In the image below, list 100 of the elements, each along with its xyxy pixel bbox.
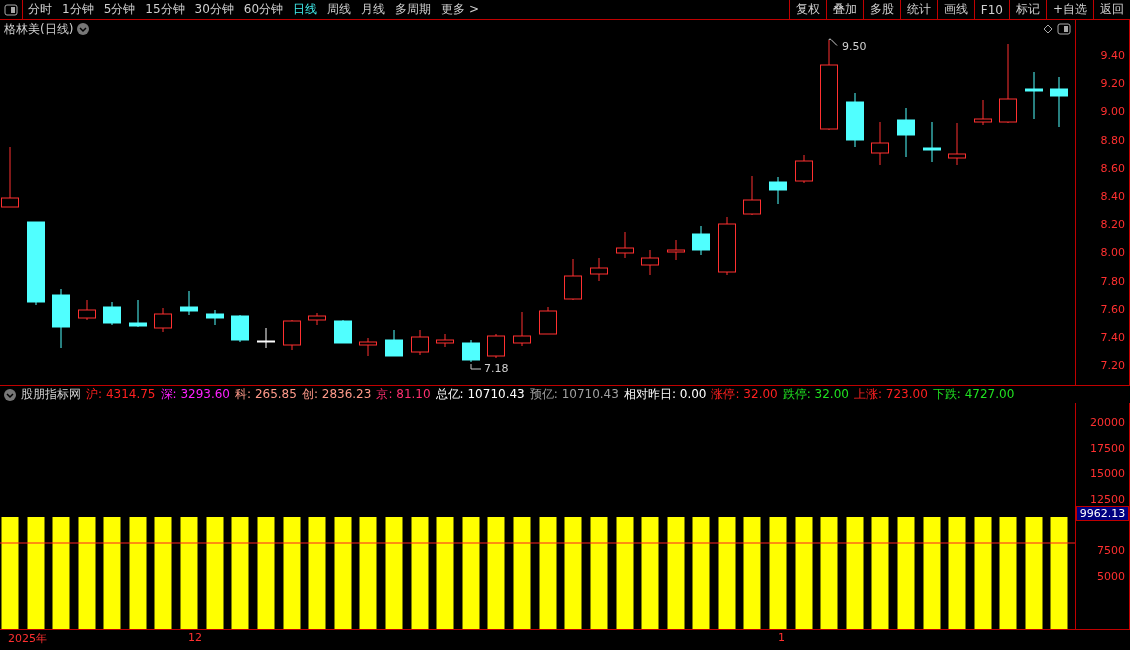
candlestick (103, 301, 121, 326)
period-tab[interactable]: 更多 > (436, 0, 484, 20)
candlestick (897, 107, 915, 158)
candlestick (359, 337, 377, 357)
indicator-name: 股朋指标网 (21, 386, 81, 404)
market-stat: 创: 2836.23 (301, 386, 372, 404)
candlestick (206, 309, 224, 326)
market-stat: 相对昨日: 0.00 (623, 386, 707, 404)
candlestick (513, 311, 531, 347)
toolbar-button[interactable]: 画线 (936, 0, 974, 20)
candlestick (616, 231, 634, 259)
market-stat: 下跌: 4727.00 (932, 386, 1015, 404)
price-tick: 7.40 (1100, 330, 1125, 344)
toolbar-button[interactable]: 多股 (862, 0, 900, 20)
toolbar-button[interactable]: 标记 (1008, 0, 1046, 20)
candlestick (974, 99, 992, 126)
market-stat: 科: 265.85 (235, 386, 297, 404)
candlestick (334, 319, 352, 344)
diamond-icon[interactable] (1043, 24, 1053, 35)
candlestick (308, 312, 326, 326)
period-tab[interactable]: 1分钟 (57, 0, 99, 20)
candlestick (180, 290, 198, 316)
candlestick (948, 122, 966, 166)
dropdown-icon[interactable] (77, 23, 90, 36)
candlestick (154, 307, 172, 333)
candlestick (923, 121, 941, 163)
candlestick (590, 257, 608, 282)
price-tick: 8.40 (1100, 189, 1125, 203)
current-value-label: 9962.13 (1076, 506, 1129, 522)
period-tab[interactable]: 周线 (322, 0, 357, 20)
price-tick: 9.20 (1100, 76, 1125, 90)
period-tab[interactable]: 多周期 (390, 0, 437, 20)
candlestick (385, 329, 403, 357)
period-tab[interactable]: 30分钟 (189, 0, 239, 20)
candlestick (78, 299, 96, 321)
price-tick: 9.40 (1100, 48, 1125, 62)
candlestick (539, 306, 557, 335)
candlestick (667, 239, 685, 261)
volume-tick: 17500 (1090, 441, 1125, 455)
panel-icon[interactable] (4, 3, 18, 16)
period-tab[interactable]: 5分钟 (98, 0, 141, 20)
candlestick (1050, 76, 1068, 128)
price-tick: 8.80 (1100, 133, 1125, 147)
toolbar-button[interactable]: 返回 (1093, 0, 1130, 20)
date-label: 12 (188, 631, 202, 645)
price-tick: 8.00 (1100, 245, 1125, 259)
period-tab[interactable]: 分时 (23, 0, 57, 20)
market-stat: 上涨: 723.00 (853, 386, 928, 404)
candlestick (411, 329, 429, 356)
pointer-icon (470, 363, 482, 370)
toolbar-button[interactable]: 复权 (788, 0, 826, 20)
volume-tick: 15000 (1090, 466, 1125, 480)
price-tick: 7.80 (1100, 274, 1125, 288)
candlestick (487, 333, 505, 359)
price-tick: 8.20 (1100, 217, 1125, 231)
toolbar-button[interactable]: +自选 (1045, 0, 1093, 20)
candlestick (692, 225, 710, 256)
candlestick (641, 249, 659, 276)
candlestick (718, 216, 736, 276)
candlestick (846, 92, 864, 148)
price-tick: 8.60 (1100, 161, 1125, 175)
price-tick: 9.00 (1100, 104, 1125, 118)
high-price-label: 9.50 (842, 40, 867, 54)
candlestick (52, 288, 70, 349)
date-label: 2025年 (8, 631, 47, 647)
period-tab[interactable]: 60分钟 (238, 0, 289, 20)
volume-tick: 5000 (1097, 569, 1125, 583)
candlestick (462, 339, 480, 363)
candlestick (1025, 71, 1043, 120)
period-tab[interactable]: 日线 (288, 0, 323, 20)
period-tab[interactable]: 15分钟 (140, 0, 190, 20)
candlestick (283, 319, 301, 351)
dropdown-icon[interactable] (4, 388, 16, 401)
candlestick (769, 176, 787, 205)
volume-tick: 20000 (1090, 415, 1125, 429)
date-label: 1 (778, 631, 785, 645)
period-tab[interactable]: 月线 (356, 0, 391, 20)
candlestick (871, 121, 889, 166)
panel-icon[interactable] (1057, 23, 1071, 36)
volume-tick: 7500 (1097, 543, 1125, 557)
toolbar-button[interactable]: 统计 (899, 0, 937, 20)
candlestick (257, 327, 275, 349)
market-stat: 沪: 4314.75 (86, 386, 156, 404)
candlestick (564, 258, 582, 301)
market-stat: 跌停: 32.00 (782, 386, 849, 404)
market-stat: 涨停: 32.00 (711, 386, 778, 404)
chart-title: 格林美(日线) (4, 20, 74, 38)
price-tick: 7.60 (1100, 302, 1125, 316)
price-tick: 7.20 (1100, 358, 1125, 372)
toolbar-button[interactable]: F10 (973, 0, 1009, 20)
volume-tick: 12500 (1090, 492, 1125, 506)
candlestick (743, 175, 761, 216)
market-stat: 京: 81.10 (376, 386, 431, 404)
market-stat: 深: 3293.60 (160, 386, 230, 404)
candlestick (795, 154, 813, 184)
market-stat: 预亿: 10710.43 (529, 386, 619, 404)
candlestick (436, 333, 454, 348)
toolbar-button[interactable]: 叠加 (825, 0, 863, 20)
candlestick (231, 314, 249, 343)
candlestick (129, 299, 147, 328)
